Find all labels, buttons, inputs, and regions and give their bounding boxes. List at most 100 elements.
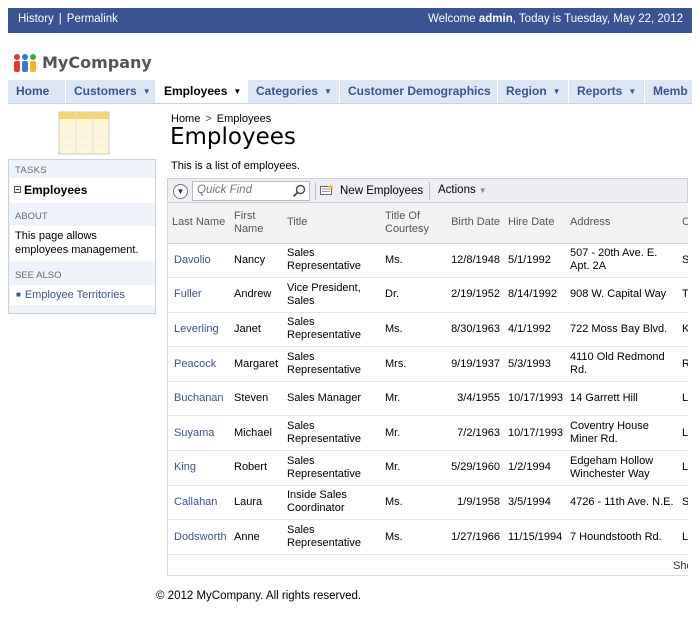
table-row[interactable]: Davolio Nancy Sales Representative Ms. 12/8/… <box>168 243 688 279</box>
table-cell[interactable]: Callahan <box>168 485 230 521</box>
table-cell: Sales Representative <box>283 243 381 279</box>
table-cell: Dr. <box>381 277 447 313</box>
tab-categories[interactable]: Categories ▼ <box>248 80 340 103</box>
table-cell[interactable]: Davolio <box>168 243 230 279</box>
bullet-icon: ■ <box>16 290 21 299</box>
see-also-employee-territories[interactable]: ■ Employee Territories <box>10 285 155 305</box>
tab-label: Memb <box>653 84 688 98</box>
table-cell: 1/27/1966 <box>447 519 504 555</box>
table-cell: 4726 - 11th Ave. N.E. <box>566 485 678 521</box>
tab-customer-demographics[interactable]: Customer Demographics <box>340 80 498 103</box>
table-cell: Sales Manager <box>283 381 381 417</box>
table-cell: 8/14/1992 <box>504 277 566 313</box>
table-view-icon <box>58 111 110 155</box>
new-employees-label: New Employees <box>340 185 424 197</box>
table-cell: L <box>678 415 688 452</box>
tab-label: Customer Demographics <box>348 84 491 98</box>
search-icon[interactable] <box>292 184 306 198</box>
main-nav: Home Customers ▼ Employees ▼ Categories ▼ C… <box>8 80 692 104</box>
tab-employees[interactable]: Employees ▼ <box>156 80 248 103</box>
table-cell: 4110 Old Redmond Rd. <box>566 346 678 382</box>
tab-home[interactable]: Home <box>8 80 66 103</box>
table-row[interactable]: King Robert Sales Representative Mr. 5/29/19… <box>168 450 688 486</box>
column-header[interactable]: Hire Date <box>504 203 566 244</box>
tab-label: Region <box>506 84 547 98</box>
toolbar-divider <box>429 182 430 200</box>
table-cell[interactable]: Leverling <box>168 312 230 348</box>
task-employees[interactable]: Employees <box>10 178 155 203</box>
tab-label: Categories <box>256 84 319 98</box>
table-cell: Ms. <box>381 243 447 279</box>
table-cell: Vice President, Sales <box>283 277 381 313</box>
quick-find-placeholder: Quick Find <box>197 184 252 196</box>
table-cell: Ms. <box>381 519 447 555</box>
table-cell: Mr. <box>381 450 447 486</box>
table-row[interactable]: Callahan Laura Inside Sales Coordinator Ms.… <box>168 485 688 521</box>
table-cell[interactable]: King <box>168 450 230 486</box>
welcome-text: Welcome admin, Today is Tuesday, May 22,… <box>428 13 683 25</box>
top-bar: History | Permalink Welcome admin, Today i… <box>8 8 692 33</box>
tasks-heading: TASKS <box>15 165 47 176</box>
tab-reports[interactable]: Reports ▼ <box>569 80 645 103</box>
table-row[interactable]: Leverling Janet Sales Representative Ms. 8/3… <box>168 312 688 348</box>
table-cell: Sales Representative <box>283 519 381 555</box>
table-cell: 5/1/1992 <box>504 243 566 279</box>
table-cell: 1/9/1958 <box>447 485 504 521</box>
chevron-down-icon[interactable]: ▼ <box>173 184 188 199</box>
sidebar-panel: TASKS Employees ABOUT This page allows e… <box>8 159 156 314</box>
dropdown-caret-icon: ▼ <box>142 87 151 96</box>
table-cell[interactable]: Suyama <box>168 415 230 452</box>
tab-region[interactable]: Region ▼ <box>498 80 569 103</box>
table-cell[interactable]: Buchanan <box>168 381 230 417</box>
table-cell[interactable]: Peacock <box>168 346 230 382</box>
table-cell: Andrew <box>230 277 283 313</box>
table-cell: Laura <box>230 485 283 521</box>
pager-text: Sho <box>673 560 688 572</box>
table-cell: L <box>678 450 688 486</box>
table-cell: 11/15/1994 <box>504 519 566 555</box>
new-record-icon <box>320 184 334 195</box>
table-cell: L <box>678 381 688 417</box>
table-row[interactable]: Suyama Michael Sales Representative Mr. 7/2/… <box>168 415 688 452</box>
table-cell: 507 - 20th Ave. E. Apt. 2A <box>566 243 678 279</box>
quick-find-input[interactable]: Quick Find <box>192 181 310 201</box>
table-row[interactable]: Peacock Margaret Sales Representative Mrs. 9… <box>168 346 688 382</box>
task-label: Employees <box>24 183 88 197</box>
tab-customers[interactable]: Customers ▼ <box>66 80 156 103</box>
history-link[interactable]: History <box>18 13 54 25</box>
column-header[interactable]: C <box>678 203 688 244</box>
column-header[interactable]: First Name <box>230 203 283 244</box>
welcome-prefix: Welcome <box>427 13 476 25</box>
column-header[interactable]: Address <box>566 203 678 244</box>
user-name[interactable]: admin <box>479 13 513 25</box>
table-cell: 10/17/1993 <box>504 415 566 452</box>
employees-grid: Last Name First Name Title Title Of Cour… <box>167 203 688 576</box>
table-cell[interactable]: Fuller <box>168 277 230 313</box>
table-cell[interactable]: Dodsworth <box>168 519 230 555</box>
column-header[interactable]: Birth Date <box>447 203 504 244</box>
table-cell: Edgeham Hollow Winchester Way <box>566 450 678 486</box>
actions-menu[interactable]: Actions ▼ <box>438 184 487 196</box>
column-header[interactable]: Title Of Courtesy <box>381 203 447 244</box>
permalink-link[interactable]: Permalink <box>67 13 118 25</box>
table-cell: Ms. <box>381 312 447 348</box>
table-cell: Nancy <box>230 243 283 279</box>
tab-membership[interactable]: Memb <box>645 80 692 103</box>
column-header[interactable]: Last Name <box>168 203 230 244</box>
table-cell: 8/30/1963 <box>447 312 504 348</box>
employees-table: Last Name First Name Title Title Of Cour… <box>168 203 688 555</box>
table-cell: 5/29/1960 <box>447 450 504 486</box>
footer-copyright: © 2012 MyCompany. All rights reserved. <box>156 590 362 602</box>
table-row[interactable]: Fuller Andrew Vice President, Sales Dr. 2/19… <box>168 277 688 313</box>
column-header[interactable]: Title <box>283 203 381 244</box>
actions-dropdown-icon: ▼ <box>478 186 487 195</box>
new-employees-button[interactable]: New Employees <box>320 184 423 197</box>
table-cell: Sales Representative <box>283 312 381 348</box>
tab-label: Customers <box>74 84 137 98</box>
table-row[interactable]: Buchanan Steven Sales Manager Mr. 3/4/1955 10… <box>168 381 688 417</box>
table-cell: Inside Sales Coordinator <box>283 485 381 521</box>
dropdown-caret-icon: ▼ <box>552 87 561 96</box>
table-cell: Mr. <box>381 381 447 417</box>
table-cell: Anne <box>230 519 283 555</box>
table-row[interactable]: Dodsworth Anne Sales Representative Ms. 1/27… <box>168 519 688 555</box>
